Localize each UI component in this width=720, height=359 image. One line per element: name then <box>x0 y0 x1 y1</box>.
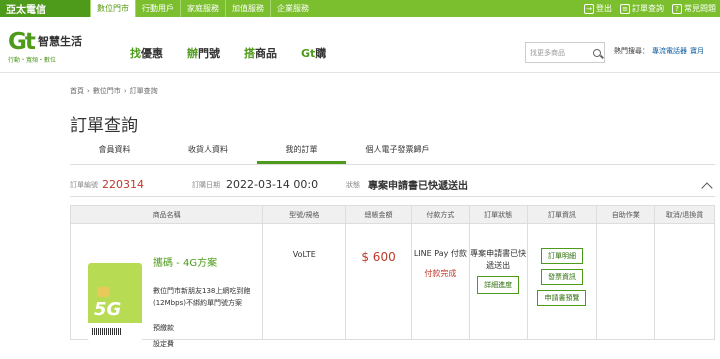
faq-link[interactable]: ? 常見問題 <box>672 3 716 14</box>
logo[interactable]: Gt 智慧生活 行動・寬頻・數位 <box>8 29 90 65</box>
order-no: 220314 <box>102 178 144 191</box>
order-status-text: 專案申請書已快遞送出 <box>470 249 527 270</box>
price-cell: $ 600 <box>346 224 412 339</box>
order-detail-button[interactable]: 訂單明細 <box>540 248 583 264</box>
chevron-right-icon: › <box>123 87 127 95</box>
col-spec: 型號/規格 <box>263 206 347 223</box>
order-status-cell: 專案申請書已快遞送出 詳細進度 <box>470 224 528 339</box>
product-description: 數位門市新朋友138上網吃到飽(12Mbps)不綁約單門號方案 <box>153 287 251 307</box>
hot-keyword[interactable]: 寶月 <box>690 47 704 55</box>
order-status: 專案申請書已快遞送出 <box>368 181 468 192</box>
breadcrumb-store[interactable]: 數位門市 <box>93 87 121 95</box>
product-name[interactable]: 攜碼 - 4G方案 <box>153 254 217 269</box>
payment-method: LINE Pay 付款 <box>413 249 467 258</box>
search-icon[interactable] <box>593 48 601 57</box>
site-header: Gt 智慧生活 行動・寬頻・數位 找優惠 辦門號 搭商品 Gt購 找更多商品 熱… <box>0 17 720 73</box>
logo-mark: Gt <box>8 29 36 55</box>
top-nav-mobile[interactable]: 行動用戶 <box>135 0 180 17</box>
top-nav-digital-store[interactable]: 數位門市 <box>90 0 135 17</box>
logout-icon: → <box>584 4 594 14</box>
product-prepay: 預繳款 <box>153 324 174 332</box>
order-query-link[interactable]: ≡ 訂單查詢 <box>620 3 664 14</box>
document-icon: ≡ <box>620 4 630 14</box>
col-product-name: 商品名稱 <box>71 206 264 223</box>
top-right-links: → 登出 ≡ 訂單查詢 ? 常見問題 <box>584 3 720 14</box>
spec-cell: VoLTE <box>263 224 347 339</box>
question-icon: ? <box>672 4 682 14</box>
order-summary: 訂單編號 220314 訂購日期 2022-03-14 00:0 狀態 專案申請… <box>70 173 715 197</box>
col-order-status: 訂單狀態 <box>470 206 528 223</box>
tab-einvoice[interactable]: 個人電子發票歸戶 <box>346 137 449 164</box>
hot-keyword[interactable]: 專流電話器 <box>652 47 687 55</box>
self-service-cell <box>597 224 656 339</box>
table-header: 商品名稱 型號/規格 總帳金額 付款方式 訂單狀態 訂單資訊 自助作業 取消/退… <box>71 206 714 224</box>
order-status-label: 狀態 <box>346 180 360 189</box>
order-date: 2022-03-14 00:0 <box>226 178 319 191</box>
order-info-cell: 訂單明細 發票資訊 申請書預覽 <box>528 224 598 339</box>
nav-deals[interactable]: 找優惠 <box>130 45 163 61</box>
col-order-info: 訂單資訊 <box>528 206 598 223</box>
order-date-label: 訂購日期 <box>192 180 220 189</box>
col-amount: 總帳金額 <box>346 206 412 223</box>
account-tabs: 會員資料 收貨人資料 我的訂單 個人電子發票歸戶 <box>70 137 715 165</box>
card-badge: 5G <box>94 299 122 320</box>
product-setup-fee: 設定費 <box>153 340 174 348</box>
breadcrumb-current: 訂單查詢 <box>129 87 158 95</box>
invoice-info-button[interactable]: 發票資訊 <box>540 269 583 285</box>
barcode-icon <box>92 328 122 335</box>
top-nav: 數位門市 行動用戶 家庭服務 加值服務 企業服務 <box>90 0 315 17</box>
application-preview-button[interactable]: 申請書預覽 <box>537 290 587 306</box>
breadcrumb: 首頁 › 數位門市 › 訂單查詢 <box>70 86 158 96</box>
chevron-up-icon[interactable] <box>701 181 713 194</box>
tab-member-info[interactable]: 會員資料 <box>70 137 159 164</box>
top-nav-value-added[interactable]: 加值服務 <box>225 0 270 17</box>
table-row: 5G 攜碼 - 4G方案 數位門市新朋友138上網吃到飽(12Mbps)不綁約單… <box>71 224 714 348</box>
col-payment: 付款方式 <box>412 206 470 223</box>
chevron-right-icon: › <box>87 87 90 95</box>
tab-my-orders[interactable]: 我的訂單 <box>257 137 346 164</box>
top-nav-enterprise[interactable]: 企業服務 <box>270 0 315 17</box>
cancel-return-cell <box>655 224 714 339</box>
sim-chip-icon <box>97 287 109 297</box>
main-nav: 找優惠 辦門號 搭商品 Gt購 <box>130 45 326 61</box>
logo-slogan: 行動・寬頻・數位 <box>8 57 57 64</box>
hot-search: 熱門搜尋： 專流電話器 寶月 <box>614 47 704 55</box>
order-no-label: 訂單編號 <box>70 180 98 189</box>
logo-name: 智慧生活 <box>38 35 82 48</box>
order-table: 商品名稱 型號/規格 總帳金額 付款方式 訂單狀態 訂單資訊 自助作業 取消/退… <box>70 205 715 348</box>
payment-cell: LINE Pay 付款 付款完成 <box>412 224 470 339</box>
nav-products[interactable]: 搭商品 <box>244 45 277 61</box>
top-nav-home[interactable]: 家庭服務 <box>180 0 225 17</box>
top-bar: 亞太電信 數位門市 行動用戶 家庭服務 加值服務 企業服務 → 登出 ≡ 訂單查詢 … <box>0 0 720 17</box>
payment-status: 付款完成 <box>424 269 457 278</box>
col-self-service: 自助作業 <box>597 206 656 223</box>
product-cell: 5G 攜碼 - 4G方案 數位門市新朋友138上網吃到飽(12Mbps)不綁約單… <box>71 224 264 348</box>
detail-progress-button[interactable]: 詳細進度 <box>477 276 520 294</box>
tab-recipient-info[interactable]: 收貨人資料 <box>159 137 257 164</box>
brand-name[interactable]: 亞太電信 <box>0 0 90 17</box>
nav-gt-shop[interactable]: Gt購 <box>301 45 326 61</box>
breadcrumb-home[interactable]: 首頁 <box>70 87 84 95</box>
nav-number[interactable]: 辦門號 <box>187 45 220 61</box>
col-cancel-return: 取消/退換貨 <box>665 211 704 219</box>
logout-link[interactable]: → 登出 <box>584 3 612 14</box>
sim-card-image: 5G <box>88 263 142 343</box>
search-input[interactable]: 找更多商品 <box>525 42 605 63</box>
page-title: 訂單查詢 <box>70 116 138 136</box>
